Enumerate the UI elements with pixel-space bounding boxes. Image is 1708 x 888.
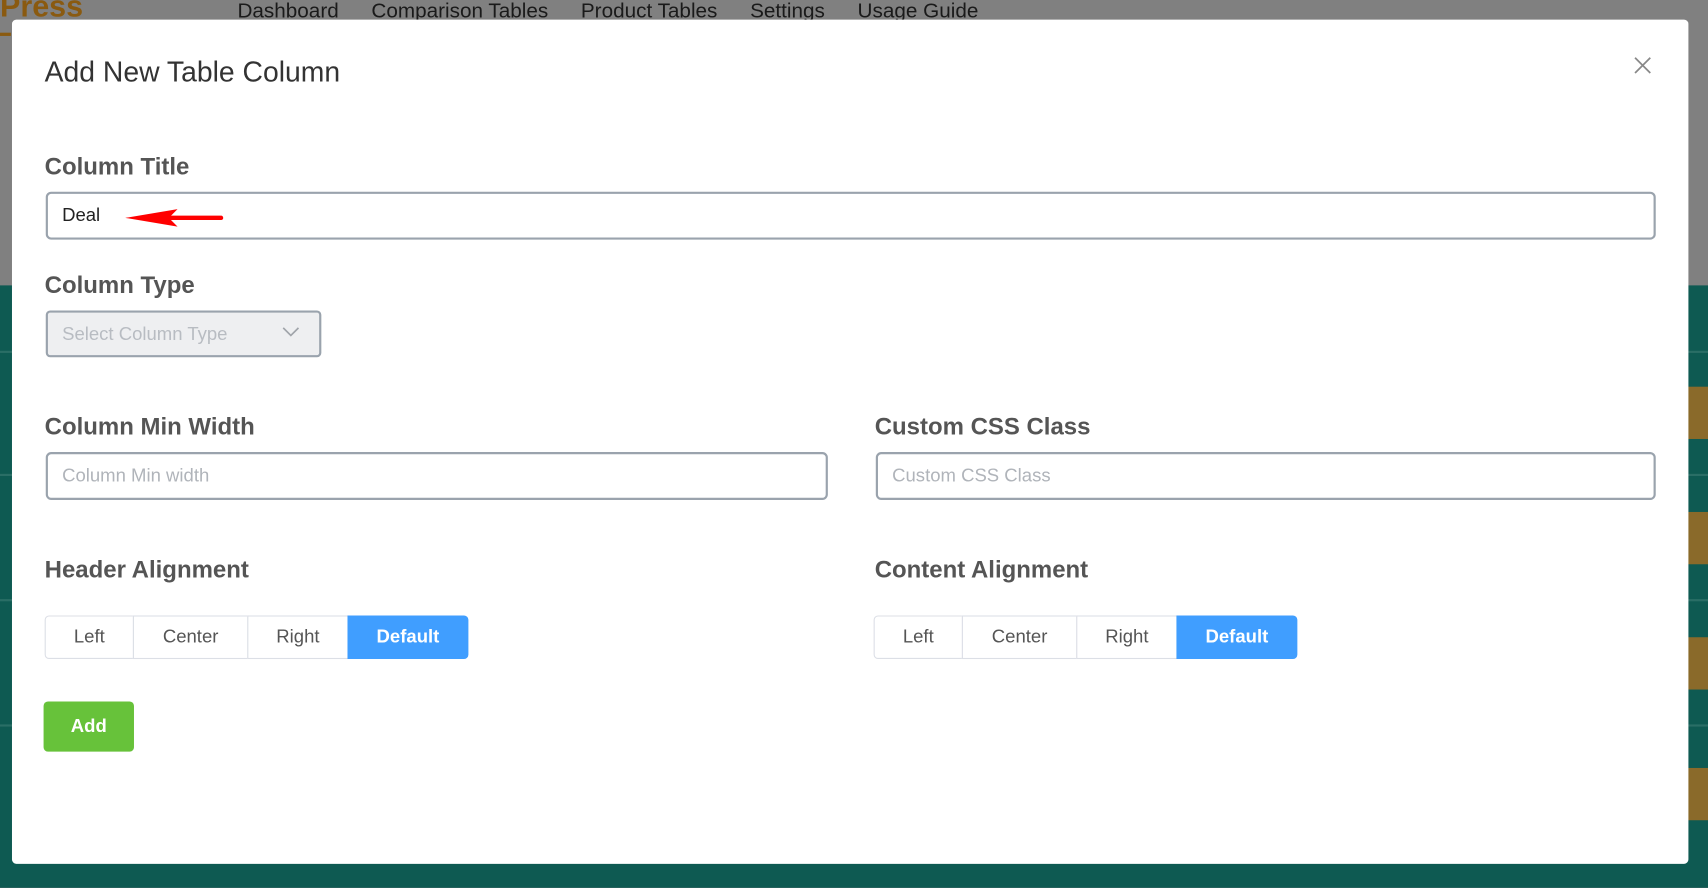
content-align-left[interactable]: Left [873,615,963,660]
min-width-input[interactable]: Column Min width [45,452,828,500]
min-width-label: Column Min Width [44,412,255,441]
column-type-select[interactable]: Select Column Type [45,310,322,358]
close-icon[interactable] [1632,54,1654,76]
column-title-label: Column Title [44,152,190,180]
header-align-default[interactable]: Default [347,615,469,660]
header-align-left[interactable]: Left [44,615,134,660]
content-alignment-group: Left Center Right Default [873,615,1298,660]
header-align-right[interactable]: Right [247,615,349,660]
css-class-label: Custom CSS Class [874,412,1091,441]
content-alignment-label: Content Alignment [874,555,1089,583]
modal-title: Add New Table Column [44,55,341,89]
content-align-default[interactable]: Default [1176,615,1298,660]
header-alignment-label: Header Alignment [44,555,249,583]
arrow-left-icon [125,209,224,227]
content-align-center[interactable]: Center [961,615,1078,660]
content-align-right[interactable]: Right [1076,615,1178,660]
css-class-input[interactable]: Custom CSS Class [875,452,1656,500]
add-column-modal: Add New Table Column Column Title Deal C… [11,19,1689,864]
header-alignment-group: Left Center Right Default [44,615,469,660]
column-type-label: Column Type [44,271,195,299]
header-align-center[interactable]: Center [132,615,249,660]
column-title-input[interactable]: Deal [45,191,1656,240]
chevron-down-icon [282,327,300,337]
add-button[interactable]: Add [43,701,134,752]
